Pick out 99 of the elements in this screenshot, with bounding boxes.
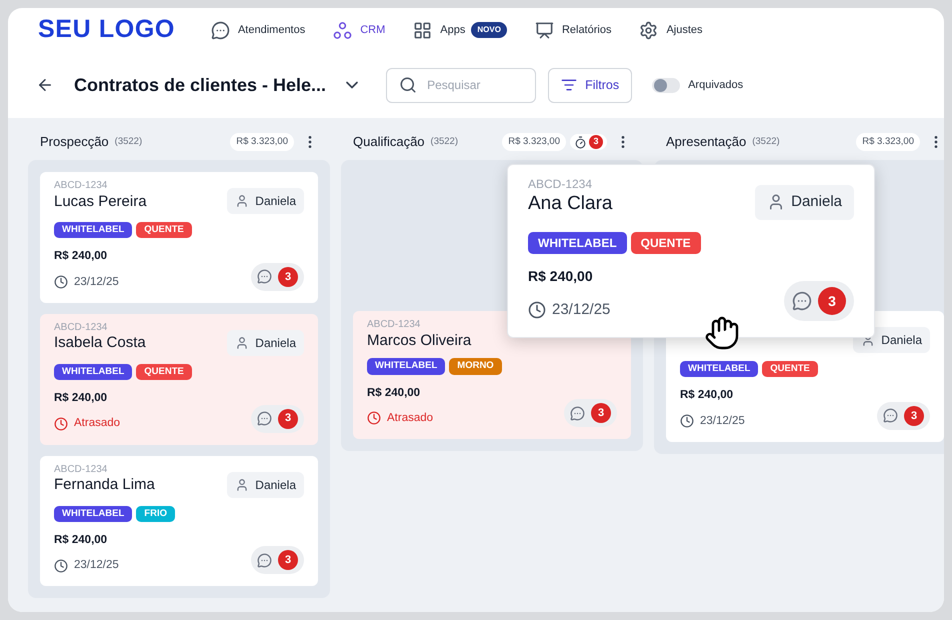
circles-icon [333, 20, 352, 40]
comment-count: 3 [278, 408, 298, 428]
deal-card[interactable]: ABCD-1234 Fernanda Lima Daniela WHITELABEL FRIO R$ 240,00 23/12/25 3 [40, 456, 318, 586]
archived-label: Arquivados [688, 78, 744, 93]
comment-count: 3 [591, 403, 611, 423]
column-total: R$ 3.323,00 [230, 132, 294, 152]
hand-cursor-icon [704, 315, 740, 351]
deal-value: R$ 240,00 [54, 532, 108, 548]
nav-link[interactable]: Relatórios [534, 20, 612, 40]
column-count: (3522) [752, 134, 780, 149]
card-code: ABCD-1234 [528, 177, 594, 192]
comments-button[interactable]: 3 [784, 281, 854, 321]
due-date: 23/12/25 [74, 274, 119, 290]
chat-icon [570, 406, 585, 420]
nav-link[interactable]: Ajustes [639, 20, 703, 40]
chat-icon [257, 269, 272, 284]
person-icon [235, 336, 250, 350]
tag: WHITELABEL [680, 361, 758, 378]
comment-count: 3 [904, 406, 924, 426]
chart-board-icon [534, 20, 554, 40]
comment-count: 3 [278, 266, 298, 287]
clock-icon [367, 411, 381, 426]
due-date: 23/12/25 [74, 558, 119, 573]
comments-button[interactable]: 3 [251, 262, 304, 291]
chat-icon [210, 20, 230, 40]
tag: FRIO [136, 506, 175, 522]
chat-icon [883, 408, 898, 424]
column-title: Apresentação [666, 133, 746, 152]
tag: MORNO [449, 358, 502, 374]
comments-button[interactable]: 3 [251, 546, 304, 574]
card-code: ABCD-1234 [54, 322, 108, 334]
search-field[interactable]: Pesquisar [386, 68, 536, 102]
due-date: Atrasado [74, 416, 120, 432]
tag: QUENTE [762, 361, 818, 378]
assignee-chip: Daniela [227, 472, 304, 498]
deal-value: R$ 240,00 [680, 388, 734, 404]
deal-value: R$ 240,00 [528, 266, 594, 286]
filter-button[interactable]: Filtros [548, 68, 632, 102]
nav-link[interactable]: Atendimentos [210, 20, 306, 40]
board-title: Contratos de clientes - Hele... [74, 74, 326, 96]
clock-icon [680, 414, 694, 428]
column-total: R$ 3.323,00 [502, 132, 566, 152]
grid-icon [413, 20, 432, 40]
person-icon [235, 478, 250, 492]
contact-name: Lucas Pereira [54, 192, 147, 212]
contact-name: Isabela Costa [54, 334, 146, 353]
comments-button[interactable]: 3 [251, 404, 304, 432]
column-count: (3522) [430, 134, 458, 149]
comments-button[interactable]: 3 [564, 399, 617, 427]
contact-name: Ana Clara [528, 192, 612, 216]
comment-count: 3 [818, 287, 846, 315]
deal-value: R$ 240,00 [367, 386, 422, 400]
due-date: Atrasado [387, 410, 434, 426]
column-count: (3522) [114, 134, 142, 149]
timer-icon [574, 136, 587, 148]
card-code: ABCD-1234 [54, 180, 108, 192]
deal-card[interactable]: ABCD-1234 Lucas Pereira Daniela WHITELABEL QUENTE R$ 240,00 23/12/25 3 [40, 172, 318, 303]
search-icon [399, 76, 418, 94]
chat-icon [257, 411, 272, 426]
tag: QUENTE [136, 364, 192, 380]
contact-name: Marcos Oliveira [367, 332, 472, 350]
deal-value: R$ 240,00 [54, 391, 108, 406]
filter-icon [561, 77, 578, 93]
column-title: Prospecção [40, 133, 109, 152]
card-code: ABCD-1234 [367, 319, 422, 332]
clock-icon [54, 558, 68, 573]
deal-card[interactable]: ABCD-1234 Isabela Costa Daniela WHITELABEL QUENTE R$ 240,00 Atrasado 3 [40, 314, 318, 444]
person-icon [235, 194, 250, 208]
clock-icon [54, 416, 68, 431]
nav-link[interactable]: CRM [333, 20, 386, 40]
tag: WHITELABEL [528, 232, 627, 254]
comment-count: 3 [278, 550, 298, 570]
tag: QUENTE [630, 232, 701, 254]
contact-name: Fernanda Lima [54, 476, 155, 495]
alert-count: 3 [589, 135, 603, 149]
column-total: R$ 3.323,00 [856, 132, 920, 152]
chat-icon [257, 552, 272, 568]
logo: SEU LOGO [38, 14, 175, 46]
clock-icon [528, 300, 546, 319]
tag: WHITELABEL [54, 222, 132, 238]
due-date: 23/12/25 [700, 414, 745, 428]
chat-icon [792, 291, 812, 311]
clock-icon [54, 275, 68, 290]
deal-card[interactable]: ABCD-1234 Ana Clara Daniela WHITELABEL QUENTE R$ 240,00 23/12/25 3 [507, 164, 875, 338]
tag: WHITELABEL [367, 358, 446, 374]
nav-link[interactable]: Apps NOVO [413, 20, 507, 40]
toggle-switch[interactable] [652, 78, 680, 92]
assignee-chip: Daniela [227, 330, 304, 356]
column-title: Qualificação [353, 133, 425, 152]
tag: WHITELABEL [54, 364, 132, 380]
assignee-chip: Daniela [227, 188, 304, 214]
tag: WHITELABEL [54, 506, 132, 522]
settings-icon [639, 20, 658, 40]
assignee-chip: Daniela [755, 185, 854, 220]
comments-button[interactable]: 3 [877, 402, 930, 430]
new-badge: NOVO [471, 22, 507, 38]
deal-value: R$ 240,00 [54, 249, 108, 264]
tag: QUENTE [136, 222, 192, 238]
card-code: ABCD-1234 [54, 464, 108, 476]
